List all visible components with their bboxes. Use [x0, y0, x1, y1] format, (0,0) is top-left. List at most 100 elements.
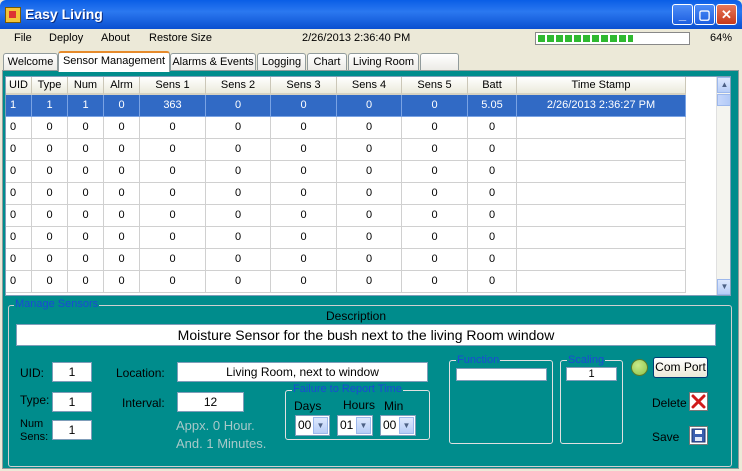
title-bar[interactable]: Easy Living _ ▢ ✕: [0, 0, 742, 29]
table-row[interactable]: 0000000000: [6, 205, 716, 227]
table-cell[interactable]: 0: [6, 183, 32, 205]
table-cell[interactable]: 363: [140, 95, 206, 117]
table-cell[interactable]: 0: [206, 271, 271, 293]
table-cell[interactable]: 0: [140, 183, 206, 205]
table-cell[interactable]: 2/26/2013 2:36:27 PM: [517, 95, 686, 117]
table-cell[interactable]: 0: [206, 161, 271, 183]
table-row[interactable]: 0000000000: [6, 161, 716, 183]
table-cell[interactable]: 0: [468, 227, 517, 249]
save-button[interactable]: [689, 426, 708, 445]
table-cell[interactable]: 0: [468, 205, 517, 227]
column-header[interactable]: Alrm: [104, 77, 140, 95]
table-cell[interactable]: 0: [6, 227, 32, 249]
table-cell[interactable]: 1: [6, 95, 32, 117]
table-cell[interactable]: 0: [402, 95, 468, 117]
scroll-thumb[interactable]: [717, 94, 730, 106]
table-cell[interactable]: 0: [32, 117, 68, 139]
minimize-button[interactable]: _: [672, 4, 693, 25]
table-cell[interactable]: 0: [140, 205, 206, 227]
table-cell[interactable]: 0: [32, 205, 68, 227]
column-header[interactable]: Sens 5: [402, 77, 468, 95]
table-cell[interactable]: 0: [104, 117, 140, 139]
table-cell[interactable]: 0: [402, 183, 468, 205]
table-row[interactable]: 0000000000: [6, 271, 716, 293]
table-row[interactable]: 0000000000: [6, 139, 716, 161]
table-cell[interactable]: 0: [32, 249, 68, 271]
tab-sensor-management[interactable]: Sensor Management: [58, 51, 170, 72]
menu-file[interactable]: File: [14, 32, 32, 44]
maximize-button[interactable]: ▢: [694, 4, 715, 25]
table-cell[interactable]: 0: [6, 271, 32, 293]
table-cell[interactable]: 0: [68, 139, 104, 161]
menu-deploy[interactable]: Deploy: [49, 32, 83, 44]
table-cell[interactable]: 0: [206, 227, 271, 249]
table-cell[interactable]: [517, 249, 686, 271]
tab-alarms-events[interactable]: Alarms & Events: [170, 53, 256, 70]
table-cell[interactable]: 0: [468, 161, 517, 183]
tab-chart[interactable]: Chart: [307, 53, 347, 70]
table-cell[interactable]: 0: [68, 205, 104, 227]
table-cell[interactable]: 0: [337, 205, 402, 227]
column-header[interactable]: UID: [6, 77, 32, 95]
table-cell[interactable]: 0: [337, 183, 402, 205]
uid-field[interactable]: 1: [52, 362, 92, 382]
table-cell[interactable]: 0: [104, 161, 140, 183]
column-header[interactable]: Batt: [468, 77, 517, 95]
function-field[interactable]: [456, 368, 547, 381]
table-cell[interactable]: 0: [337, 227, 402, 249]
tab-living-room[interactable]: Living Room: [348, 53, 419, 70]
table-cell[interactable]: 0: [402, 271, 468, 293]
table-cell[interactable]: 0: [104, 249, 140, 271]
column-header[interactable]: Num: [68, 77, 104, 95]
table-row[interactable]: 0000000000: [6, 183, 716, 205]
table-cell[interactable]: 0: [6, 161, 32, 183]
table-cell[interactable]: 0: [337, 161, 402, 183]
column-header[interactable]: Sens 1: [140, 77, 206, 95]
hours-select[interactable]: 01 ▼: [337, 415, 373, 436]
table-cell[interactable]: 0: [271, 271, 337, 293]
tab-logging[interactable]: Logging: [257, 53, 306, 70]
scaling-field[interactable]: 1: [566, 367, 617, 381]
table-cell[interactable]: 0: [402, 139, 468, 161]
table-cell[interactable]: 0: [140, 227, 206, 249]
table-cell[interactable]: 0: [206, 249, 271, 271]
table-cell[interactable]: 0: [206, 117, 271, 139]
table-cell[interactable]: 0: [468, 271, 517, 293]
scroll-up-icon[interactable]: ▲: [717, 77, 730, 93]
table-cell[interactable]: 0: [271, 205, 337, 227]
table-cell[interactable]: 0: [6, 139, 32, 161]
table-cell[interactable]: 0: [206, 183, 271, 205]
table-cell[interactable]: 0: [104, 139, 140, 161]
table-cell[interactable]: [517, 139, 686, 161]
table-cell[interactable]: [517, 205, 686, 227]
table-cell[interactable]: 0: [104, 271, 140, 293]
table-cell[interactable]: 0: [140, 117, 206, 139]
table-cell[interactable]: 0: [104, 227, 140, 249]
table-cell[interactable]: 0: [68, 249, 104, 271]
table-cell[interactable]: 0: [104, 95, 140, 117]
table-cell[interactable]: 0: [337, 249, 402, 271]
table-cell[interactable]: 0: [140, 271, 206, 293]
table-row[interactable]: 0000000000: [6, 227, 716, 249]
table-row[interactable]: 1 1 1 0 363 0 0 0 0 5.05 2/26/2013 2:36:27 PM: [6, 95, 716, 117]
tab-blank[interactable]: [420, 53, 459, 70]
table-cell[interactable]: [517, 183, 686, 205]
table-cell[interactable]: 0: [337, 271, 402, 293]
numsens-field[interactable]: 1: [52, 420, 92, 440]
table-cell[interactable]: 0: [337, 95, 402, 117]
menu-restore-size[interactable]: Restore Size: [149, 32, 212, 44]
com-port-button[interactable]: Com Port: [653, 357, 708, 378]
menu-about[interactable]: About: [101, 32, 130, 44]
delete-button[interactable]: [689, 392, 708, 411]
table-cell[interactable]: 0: [271, 139, 337, 161]
table-cell[interactable]: 0: [32, 183, 68, 205]
location-field[interactable]: Living Room, next to window: [177, 362, 428, 382]
table-cell[interactable]: 0: [6, 205, 32, 227]
table-cell[interactable]: 0: [140, 249, 206, 271]
table-cell[interactable]: [517, 271, 686, 293]
scroll-down-icon[interactable]: ▼: [717, 279, 730, 295]
table-cell[interactable]: 0: [32, 227, 68, 249]
table-cell[interactable]: 0: [402, 205, 468, 227]
table-cell[interactable]: 0: [402, 227, 468, 249]
grid-scrollbar[interactable]: ▲ ▼: [716, 77, 730, 295]
